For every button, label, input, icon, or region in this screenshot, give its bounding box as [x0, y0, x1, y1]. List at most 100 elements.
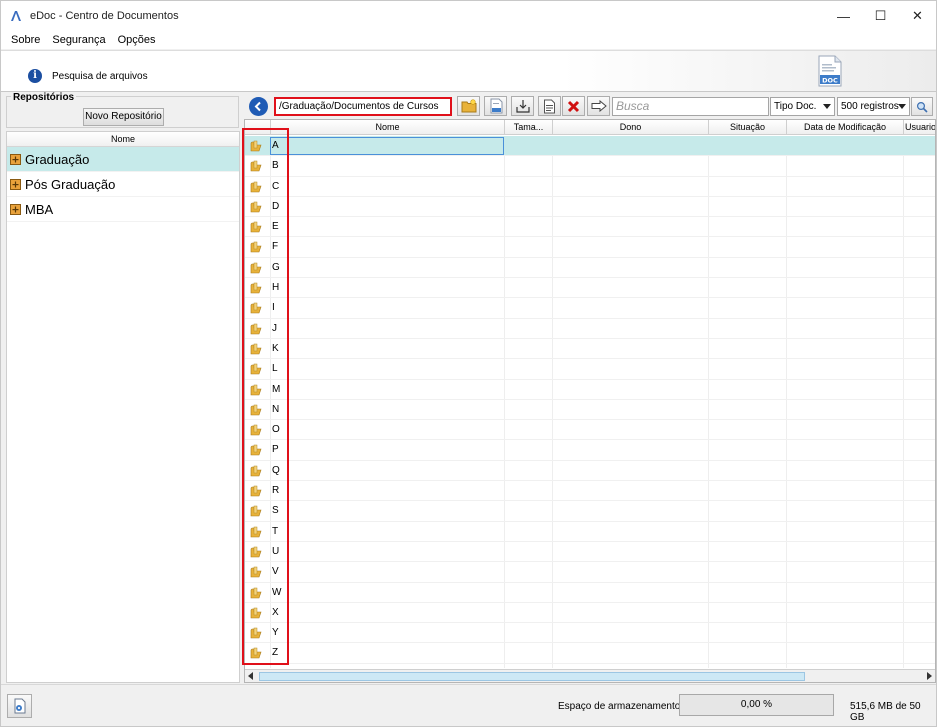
banner-title: Pesquisa de arquivos [52, 71, 148, 82]
document-icon [490, 98, 502, 114]
menu-opcoes[interactable]: Opções [118, 34, 156, 46]
table-row[interactable]: F [245, 237, 935, 258]
table-row[interactable]: Z [245, 643, 935, 664]
files-toolbar: /Graduação/Documentos de Cursos Busca Ti… [244, 94, 936, 118]
document-settings-icon [14, 698, 25, 714]
title-bar: eDoc - Centro de Documentos — ☐ ✕ [1, 1, 936, 31]
table-row[interactable]: P [245, 440, 935, 461]
table-row[interactable]: D [245, 197, 935, 218]
table-row[interactable]: T [245, 522, 935, 542]
files-grid: Nome Tama... Dono Situação Data de Modif… [244, 119, 936, 683]
table-row[interactable]: X [245, 603, 935, 624]
repository-tree: Nome Graduação Pós Graduação MBA [6, 131, 240, 683]
settings-button[interactable] [7, 694, 32, 718]
grid-body: ABCDEFGHIJKLMNOPQRSTUVWXYZ [245, 136, 935, 664]
column-header-name[interactable]: Nome [271, 120, 505, 135]
table-row[interactable]: U [245, 542, 935, 563]
doc-logo-label: DOC [822, 77, 838, 85]
tree-item-label: MBA [25, 201, 54, 217]
search-input[interactable]: Busca [612, 97, 769, 116]
expand-plus-icon[interactable] [10, 178, 21, 190]
download-icon [515, 100, 530, 113]
table-row[interactable]: B [245, 156, 935, 177]
table-row[interactable]: I [245, 298, 935, 319]
doc-logo-icon: DOC [818, 55, 842, 87]
path-input[interactable]: /Graduação/Documentos de Cursos [274, 97, 452, 116]
column-header-user[interactable]: Usuario [904, 120, 935, 135]
expand-plus-icon[interactable] [10, 203, 21, 215]
tree-item-graduacao[interactable]: Graduação [7, 147, 239, 172]
records-value: 500 registros [841, 101, 899, 112]
search-button[interactable] [911, 97, 933, 116]
scroll-left-arrow-icon[interactable] [248, 672, 253, 680]
storage-label: Espaço de armazenamento: [558, 701, 684, 712]
close-button[interactable]: ✕ [899, 1, 936, 31]
records-select[interactable]: 500 registros [837, 97, 910, 116]
column-header-size[interactable]: Tama... [505, 120, 553, 135]
table-row[interactable]: H [245, 278, 935, 299]
grid-header: Nome Tama... Dono Situação Data de Modif… [245, 120, 935, 135]
highlight-annotation-box [242, 128, 289, 665]
table-row[interactable]: W [245, 583, 935, 603]
name-cell-focus[interactable] [270, 137, 504, 155]
move-arrow-icon [591, 100, 607, 112]
magnifier-icon [916, 101, 928, 113]
files-panel: /Graduação/Documentos de Cursos Busca Ti… [244, 92, 936, 683]
repositories-group: Repositórios Novo Repositório [6, 92, 239, 128]
menu-sobre[interactable]: Sobre [11, 34, 40, 46]
window-title: eDoc - Centro de Documentos [30, 10, 179, 22]
table-row[interactable]: G [245, 258, 935, 279]
dropdown-arrow-icon [898, 104, 906, 109]
column-header-owner[interactable]: Dono [553, 120, 709, 135]
menu-seguranca[interactable]: Segurança [52, 34, 105, 46]
tree-item-mba[interactable]: MBA [7, 197, 239, 222]
maximize-button[interactable]: ☐ [862, 1, 899, 31]
table-row[interactable]: E [245, 217, 935, 238]
app-window: eDoc - Centro de Documentos — ☐ ✕ Sobre … [0, 0, 937, 727]
table-row[interactable]: A [245, 136, 935, 157]
storage-progress-bar: 0,00 % [679, 694, 834, 716]
table-row[interactable]: V [245, 562, 935, 583]
download-button[interactable] [511, 96, 534, 116]
properties-button[interactable] [538, 96, 561, 116]
new-document-button[interactable] [484, 96, 507, 116]
tree-item-pos-graduacao[interactable]: Pós Graduação [7, 172, 239, 197]
dropdown-arrow-icon [823, 104, 831, 109]
tree-item-label: Pós Graduação [25, 176, 116, 192]
doc-type-select[interactable]: Tipo Doc. [770, 97, 835, 116]
scrollbar-thumb[interactable] [259, 672, 805, 681]
table-row[interactable]: L [245, 359, 935, 380]
delete-x-icon [567, 100, 580, 112]
scroll-right-arrow-icon[interactable] [927, 672, 932, 680]
horizontal-scrollbar[interactable] [245, 669, 935, 682]
table-row[interactable]: K [245, 339, 935, 360]
new-repository-button[interactable]: Novo Repositório [83, 108, 164, 126]
edoc-app-icon [11, 11, 21, 21]
table-row[interactable]: J [245, 319, 935, 339]
tree-item-label: Graduação [25, 151, 90, 167]
new-folder-icon [461, 99, 476, 113]
repositories-panel: Repositórios Novo Repositório Nome Gradu… [4, 92, 241, 683]
new-folder-button[interactable] [457, 96, 480, 116]
table-row[interactable]: S [245, 501, 935, 522]
back-button[interactable] [249, 97, 268, 116]
delete-button[interactable] [562, 96, 585, 116]
tree-header-name[interactable]: Nome [7, 132, 239, 147]
table-row[interactable]: O [245, 420, 935, 441]
repositories-group-title: Repositórios [11, 92, 77, 103]
minimize-button[interactable]: — [825, 1, 862, 31]
table-row[interactable]: Y [245, 623, 935, 644]
table-row[interactable]: M [245, 380, 935, 400]
storage-percent: 0,00 % [740, 699, 773, 710]
move-button[interactable] [587, 96, 610, 116]
column-header-modified[interactable]: Data de Modificação [787, 120, 904, 135]
status-bar: Espaço de armazenamento: 0,00 % 515,6 MB… [1, 684, 936, 726]
column-header-status[interactable]: Situação [709, 120, 787, 135]
table-row[interactable]: C [245, 177, 935, 197]
table-row[interactable]: Q [245, 461, 935, 482]
storage-used-text: 515,6 MB de 50 GB [850, 701, 921, 723]
expand-plus-icon[interactable] [10, 153, 21, 165]
table-row[interactable]: N [245, 400, 935, 421]
table-row[interactable]: R [245, 481, 935, 502]
menu-bar: Sobre Segurança Opções [1, 31, 936, 49]
